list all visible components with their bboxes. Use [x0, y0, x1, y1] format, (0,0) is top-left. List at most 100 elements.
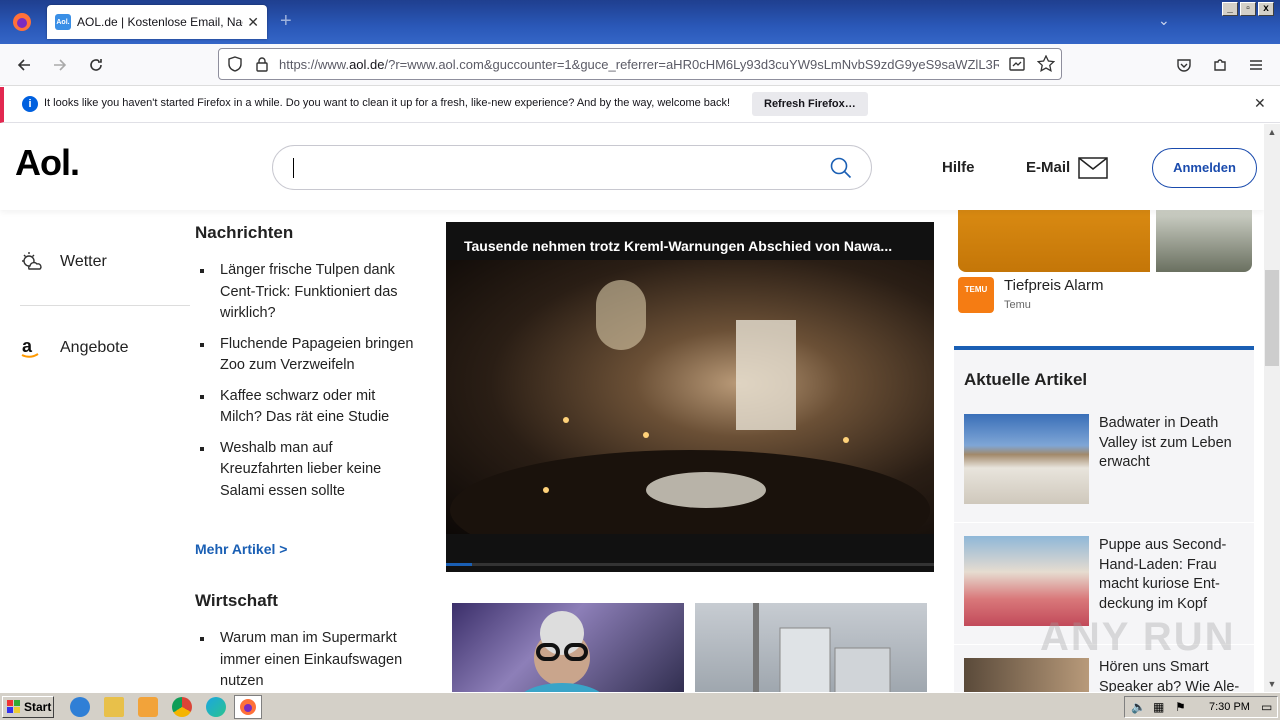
shield-icon[interactable] [227, 56, 243, 72]
start-label: Start [24, 700, 52, 714]
ie-icon[interactable] [70, 697, 90, 717]
folder-icon[interactable] [104, 697, 124, 717]
search-icon[interactable] [829, 156, 853, 180]
video-title[interactable]: Tausende nehmen trotz Kreml-Warnungen Ab… [464, 238, 924, 254]
refresh-firefox-button[interactable]: Refresh Firefox… [752, 92, 868, 116]
web-page: Aol. Hilfe E-Mail Anmelden Wetter a Ange… [0, 124, 1264, 692]
search-input[interactable] [272, 145, 872, 190]
url-bar[interactable]: https://www.aol.de/?r=www.aol.com&guccou… [218, 48, 1062, 80]
close-notification-icon[interactable]: ✕ [1254, 95, 1266, 112]
nav-label-wetter: Wetter [60, 253, 107, 270]
article-thumbnail[interactable] [964, 414, 1089, 504]
article-title[interactable]: Puppe aus Second-Hand-Laden: Frau macht … [1099, 536, 1249, 614]
flag-icon[interactable]: ⚑ [1175, 700, 1186, 714]
scroll-down-arrow-icon[interactable]: ▼ [1264, 676, 1280, 692]
article-item[interactable]: Hören uns Smart Speaker ab? Wie Ale- [964, 658, 1244, 692]
maximize-button[interactable]: ▫ [1240, 2, 1256, 16]
lock-icon[interactable] [255, 56, 269, 72]
firefox-icon [240, 699, 256, 715]
svg-text:a: a [22, 336, 33, 356]
start-button[interactable]: Start [2, 696, 54, 718]
news-item[interactable]: Weshalb man auf Kreuzfahrten lieber kein… [195, 438, 415, 503]
help-link[interactable]: Hilfe [942, 159, 975, 176]
news-item[interactable]: Kaffee schwarz oder mit Milch? Das rät e… [195, 386, 415, 429]
news-list-wirtschaft: Warum man im Supermarkt immer einen Eink… [195, 628, 405, 692]
forward-arrow-icon [54, 59, 67, 71]
nav-label-angebote: Angebote [60, 339, 129, 356]
aol-logo[interactable]: Aol. [15, 142, 80, 184]
url-text: https://www.aol.de/?r=www.aol.com&guccou… [279, 57, 999, 72]
article-thumbnail[interactable] [964, 536, 1089, 626]
notification-bar: i It looks like you haven't started Fire… [0, 87, 1280, 123]
pocket-button[interactable] [1170, 52, 1198, 78]
back-button[interactable] [10, 52, 38, 78]
ad-image-jacket[interactable] [958, 210, 1150, 272]
card-photo [753, 603, 891, 692]
pocket-icon [1177, 59, 1191, 72]
article-card-image[interactable] [695, 603, 927, 692]
window-controls: _ ▫ x [1222, 2, 1274, 16]
video-progress-bar[interactable] [446, 563, 934, 566]
new-tab-icon[interactable]: + [280, 10, 292, 33]
app-menu-button[interactable] [1242, 52, 1270, 78]
page-scrollbar[interactable]: ▲ ▼ [1264, 124, 1280, 692]
network-icon[interactable]: ▦ [1153, 700, 1164, 714]
nav-item-wetter[interactable]: Wetter [20, 250, 190, 274]
active-tab[interactable]: Aol. AOL.de | Kostenlose Email, Nachrich… [47, 5, 267, 39]
video-scene [450, 280, 930, 570]
ad-title[interactable]: Tiefpreis Alarm [1004, 277, 1103, 294]
minimize-button[interactable]: _ [1222, 2, 1238, 16]
mail-icon[interactable] [1078, 157, 1108, 179]
system-tray: 🔈 ▦ ⚑ 7:30 PM ▭ [1124, 696, 1278, 718]
scroll-up-arrow-icon[interactable]: ▲ [1264, 124, 1280, 140]
close-tab-icon[interactable]: ✕ [247, 14, 259, 31]
video-frame-image[interactable] [446, 260, 934, 570]
reload-button[interactable] [82, 52, 110, 78]
windows-logo-icon [7, 700, 20, 713]
reader-view-icon[interactable] [1009, 56, 1025, 72]
puzzle-icon [1214, 59, 1226, 71]
list-all-tabs-icon[interactable]: ⌄ [1158, 12, 1170, 29]
email-link[interactable]: E-Mail [1026, 159, 1070, 176]
close-window-button[interactable]: x [1258, 2, 1274, 16]
temu-logo-text: TEMU [964, 285, 988, 294]
article-card-image[interactable] [452, 603, 684, 692]
card-photo [524, 611, 600, 692]
article-thumbnail[interactable] [964, 658, 1089, 692]
bookmark-star-icon[interactable] [1037, 55, 1055, 73]
nav-item-angebote[interactable]: a Angebote [20, 336, 190, 360]
scrollbar-thumb[interactable] [1265, 270, 1279, 366]
back-arrow-icon [17, 59, 30, 71]
forward-button[interactable] [46, 52, 74, 78]
article-item[interactable]: Badwater in Death Valley ist zum Leben e… [964, 414, 1244, 514]
firefox-menu-button[interactable] [0, 0, 44, 44]
video-player[interactable]: Tausende nehmen trotz Kreml-Warnungen Ab… [446, 222, 934, 572]
amazon-icon: a [21, 336, 39, 358]
more-articles-link[interactable]: Mehr Artikel > [195, 541, 287, 557]
news-item[interactable]: Fluchende Papageien bringen Zoo zum Verz… [195, 334, 415, 377]
news-item[interactable]: Warum man im Supermarkt immer einen Eink… [195, 628, 405, 692]
notification-message: It looks like you haven't started Firefo… [44, 97, 731, 109]
login-button[interactable]: Anmelden [1152, 148, 1257, 188]
media-player-icon[interactable] [138, 697, 158, 717]
section-title-wirtschaft[interactable]: Wirtschaft [195, 591, 278, 611]
volume-icon[interactable]: 🔈 [1131, 700, 1146, 714]
taskbar: Start 🔈 ▦ ⚑ 7:30 PM ▭ [0, 692, 1280, 720]
aol-favicon: Aol. [55, 14, 71, 30]
taskbar-firefox-button[interactable] [234, 695, 262, 719]
section-title-nachrichten[interactable]: Nachrichten [195, 223, 293, 243]
show-desktop-icon[interactable]: ▭ [1261, 700, 1272, 714]
article-title[interactable]: Badwater in Death Valley ist zum Leben e… [1099, 414, 1249, 473]
ad-source: Temu [1004, 299, 1031, 311]
chrome-icon[interactable] [172, 697, 192, 717]
ad-image-beanie[interactable] [1156, 210, 1252, 272]
article-title[interactable]: Hören uns Smart Speaker ab? Wie Ale- [1099, 658, 1249, 692]
navigation-toolbar: https://www.aol.de/?r=www.aol.com&guccou… [0, 44, 1280, 86]
firefox-icon [13, 13, 31, 31]
edge-icon[interactable] [206, 697, 226, 717]
news-item[interactable]: Länger frische Tulpen dank Cent-Trick: F… [195, 260, 415, 325]
info-icon: i [22, 96, 38, 112]
temu-logo[interactable]: TEMU [958, 277, 994, 313]
extensions-button[interactable] [1206, 52, 1234, 78]
divider [954, 522, 1254, 523]
